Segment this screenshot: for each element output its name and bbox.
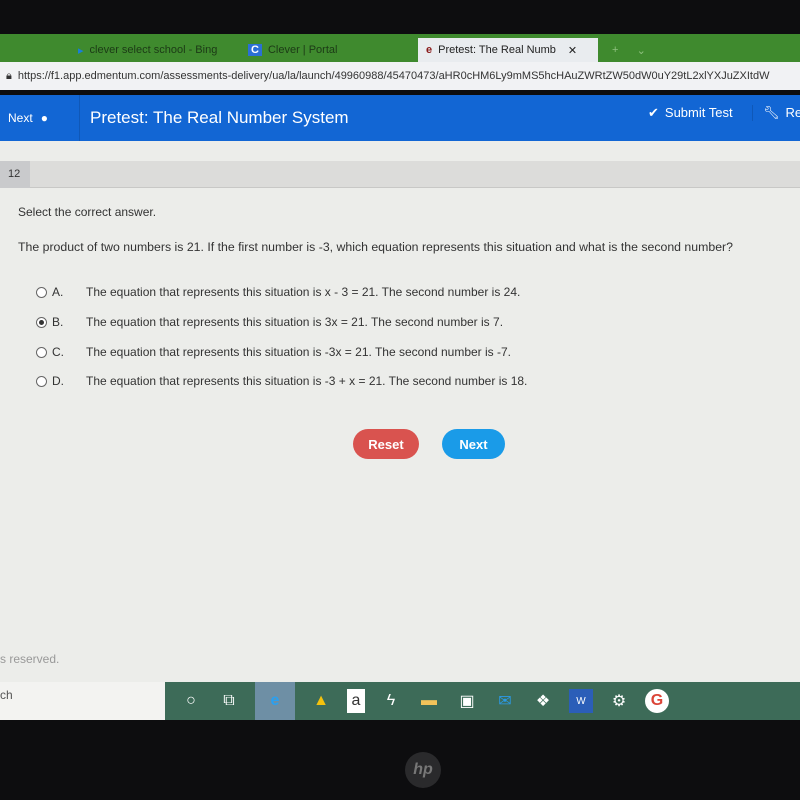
option-a[interactable]: A. The equation that represents this situ… (36, 285, 520, 299)
wrench-icon: 🔧︎ (763, 105, 780, 120)
radio-a[interactable] (36, 286, 47, 298)
cortana-icon[interactable]: ○ (179, 689, 203, 713)
copyright-footer: s reserved. (0, 652, 60, 666)
radio-c[interactable] (36, 346, 47, 358)
edge-icon[interactable]: e (255, 682, 295, 720)
tab-clever[interactable]: C Clever | Portal (240, 38, 410, 62)
mail-icon[interactable]: ✉ (493, 689, 517, 713)
reset-button[interactable]: Reset (353, 429, 419, 459)
tab-pretest[interactable]: e Pretest: The Real Numb ✕ (418, 38, 598, 62)
chevron-down-icon[interactable]: ⌄ (637, 44, 646, 57)
bolt-icon[interactable]: ϟ (379, 689, 403, 713)
question-number: 12 (0, 161, 30, 188)
test-header: Next ● Pretest: The Real Number System ✔ S… (0, 95, 800, 141)
instruction: Select the correct answer. (18, 205, 157, 219)
close-tab-icon[interactable]: ✕ (568, 44, 577, 57)
word-icon[interactable]: W (569, 689, 593, 713)
page-title: Pretest: The Real Number System (90, 108, 349, 127)
arrow-circle-icon: ● (40, 111, 48, 125)
file-explorer-icon[interactable]: ▬ (417, 689, 441, 713)
question-number-bar: 12 (0, 161, 800, 188)
google-icon[interactable]: G (645, 689, 669, 713)
check-circle-icon: ✔ (648, 105, 659, 120)
header-next-button[interactable]: Next ● (0, 95, 80, 141)
taskbar: ○ ⧉ e ▲ a ϟ ▬ ▣ ✉ ❖ W ⚙ G (165, 682, 800, 720)
google-drive-icon[interactable]: ▲ (309, 689, 333, 713)
tools-button[interactable]: 🔧︎ Re (752, 105, 800, 121)
plus-icon: + (612, 44, 619, 56)
address-bar[interactable]: 🔒︎ https://f1.app.edmentum.com/assessment… (0, 62, 800, 90)
taskbar-search[interactable]: ch (0, 682, 165, 720)
edge-icon: e (426, 44, 433, 56)
option-d[interactable]: D. The equation that represents this situ… (36, 374, 527, 388)
option-c[interactable]: C. The equation that represents this situ… (36, 345, 511, 359)
tab-bing[interactable]: ▸ clever select school - Bing (70, 38, 230, 62)
settings-icon[interactable]: ⚙ (607, 689, 631, 713)
bing-icon: ▸ (78, 44, 84, 57)
task-view-icon[interactable]: ⧉ (217, 689, 241, 713)
hp-logo: hp (405, 752, 441, 788)
browser-tab-bar: ▸ clever select school - Bing C Clever | P… (0, 34, 800, 62)
option-b[interactable]: B. The equation that represents this situ… (36, 315, 503, 329)
next-button[interactable]: Next (442, 429, 505, 459)
new-tab-button[interactable]: + ⌄ (604, 38, 654, 62)
radio-d[interactable] (36, 375, 47, 387)
radio-b[interactable] (36, 316, 47, 328)
dropbox-icon[interactable]: ❖ (531, 689, 555, 713)
submit-test-button[interactable]: ✔ Submit Test (648, 105, 733, 121)
question-prompt: The product of two numbers is 21. If the… (18, 240, 733, 254)
lock-icon: 🔒︎ (6, 69, 12, 82)
amazon-icon[interactable]: a (347, 689, 365, 713)
clever-icon: C (248, 44, 262, 56)
store-icon[interactable]: ▣ (455, 689, 479, 713)
question-page (0, 141, 800, 683)
